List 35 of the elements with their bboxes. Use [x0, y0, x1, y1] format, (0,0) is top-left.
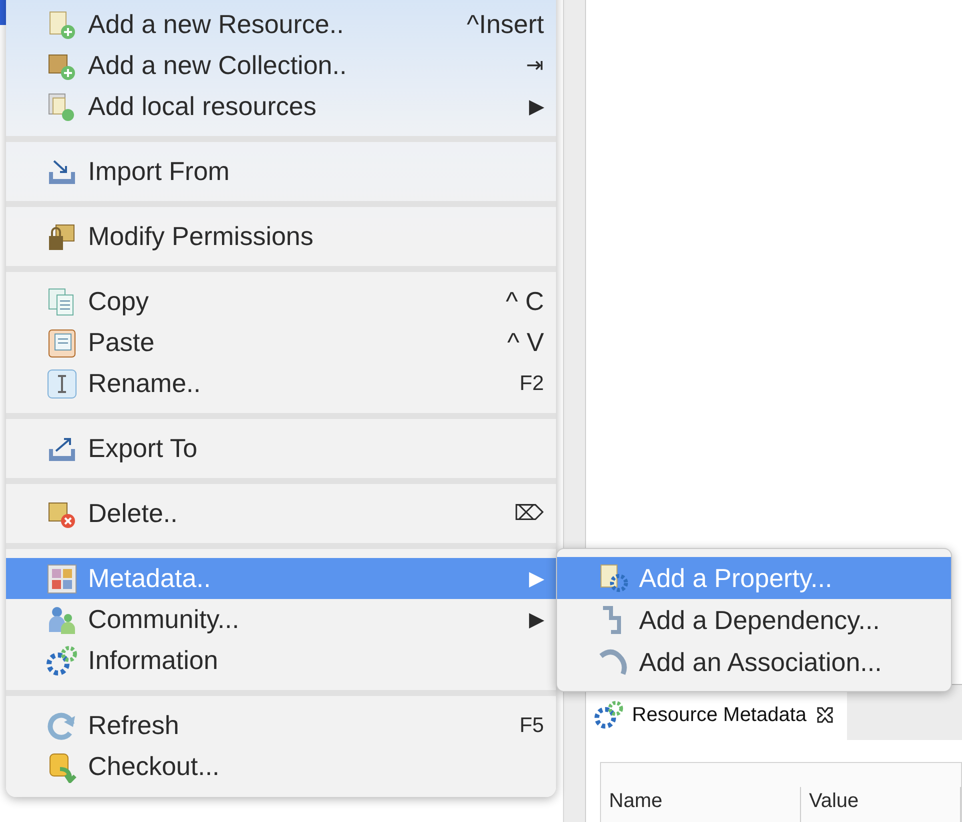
shortcut-label: ⌦: [514, 500, 544, 527]
shortcut-label: ⇥: [526, 52, 544, 79]
close-icon[interactable]: [814, 704, 835, 724]
menu-item[interactable]: Rename.. F2: [6, 363, 556, 404]
menu-item[interactable]: Add a new Collection.. ⇥: [6, 45, 556, 86]
menu-item[interactable]: Add a new Resource.. ^Insert: [6, 4, 556, 45]
menu-item[interactable]: Refresh F5: [6, 705, 556, 746]
shortcut-label: ^Insert: [466, 8, 544, 41]
menu-item[interactable]: Import From: [6, 151, 556, 192]
shortcut-label: F5: [519, 712, 544, 739]
menu-item[interactable]: Add local resources ▶: [6, 86, 556, 127]
text-cursor-icon: [46, 368, 78, 400]
grid-icon: [46, 562, 78, 594]
shortcut-label: F2: [519, 370, 544, 397]
column-header: Name: [601, 787, 801, 822]
menu-item[interactable]: Delete.. ⌦: [6, 493, 556, 534]
menu-item[interactable]: Export To: [6, 428, 556, 469]
submenu-arrow: ▶: [529, 608, 544, 632]
shortcut-label: ^ C: [506, 285, 544, 318]
submenu-arrow: ▶: [529, 94, 544, 120]
menu-item[interactable]: Modify Permissions: [6, 216, 556, 257]
clipboard-icon: [46, 326, 78, 358]
column-header: Value: [801, 787, 961, 822]
shortcut-label: ^ V: [507, 326, 544, 359]
menu-item[interactable]: Community... ▶: [6, 599, 556, 640]
gear-icon: [594, 700, 624, 730]
menu-item[interactable]: Paste ^ V: [6, 322, 556, 363]
menu-item[interactable]: Add an Association...: [557, 641, 951, 683]
menu-item[interactable]: Add a Dependency...: [557, 599, 951, 641]
menu-item[interactable]: Checkout...: [6, 746, 556, 787]
selection-highlight: [0, 0, 6, 25]
gear-icon: [46, 644, 78, 676]
submenu-arrow: ▶: [529, 566, 544, 592]
menu-item[interactable]: Information: [6, 640, 556, 681]
menu-item[interactable]: Copy ^ C: [6, 281, 556, 322]
